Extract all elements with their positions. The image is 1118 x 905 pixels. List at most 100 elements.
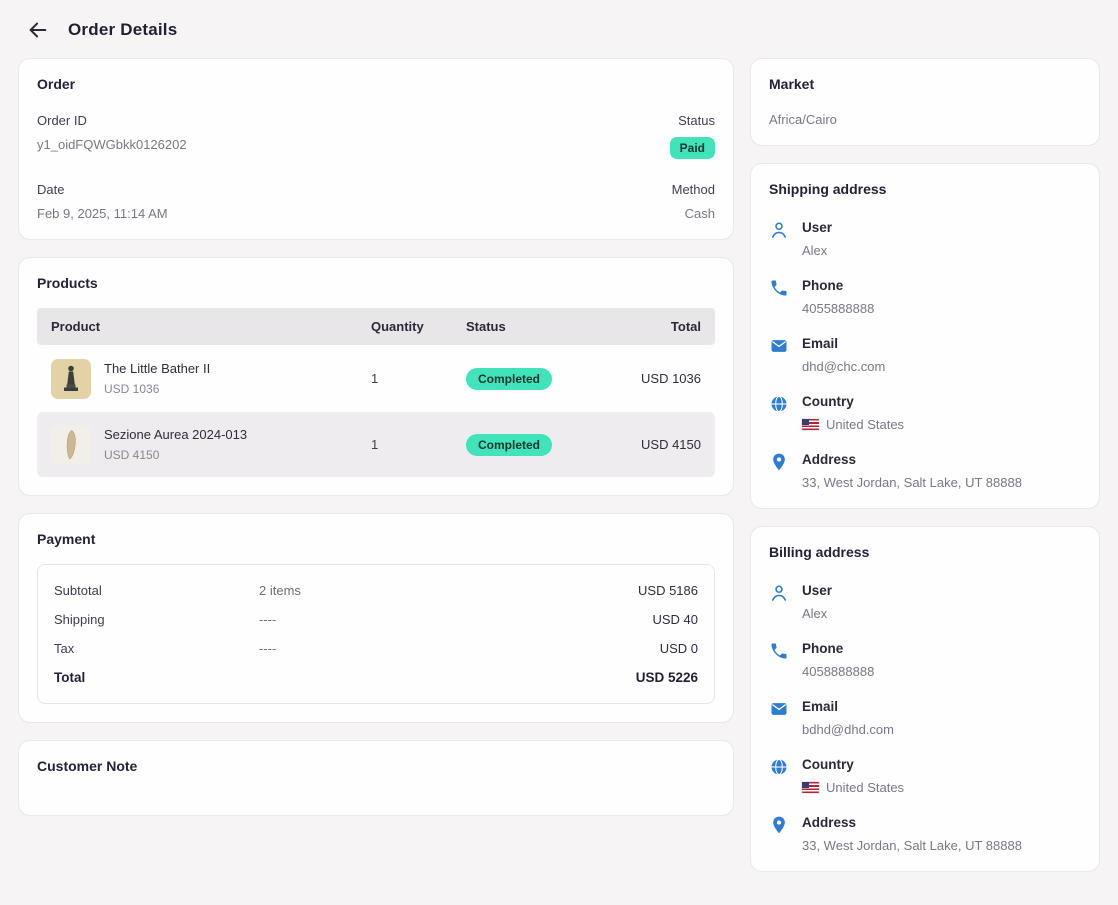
header-status: Status xyxy=(466,319,601,334)
address-value: 33, West Jordan, Salt Lake, UT 88888 xyxy=(802,838,1022,853)
customer-note-card: Customer Note xyxy=(18,740,734,816)
shipping-country-field: Country United States xyxy=(769,394,1081,432)
subtotal-detail: 2 items xyxy=(259,583,638,598)
country-value: United States xyxy=(802,780,904,795)
shipping-address-title: Shipping address xyxy=(769,181,1081,197)
user-icon xyxy=(769,220,789,240)
billing-address-title: Billing address xyxy=(769,544,1081,560)
products-card-title: Products xyxy=(37,275,715,291)
payment-row-tax: Tax ---- USD 0 xyxy=(54,634,698,663)
product-name: Sezione Aurea 2024-013 xyxy=(104,427,247,442)
billing-address-card: Billing address User Alex xyxy=(750,526,1100,872)
date-value: Feb 9, 2025, 11:14 AM xyxy=(37,206,168,221)
billing-user-field: User Alex xyxy=(769,583,1081,621)
total-amount: USD 5226 xyxy=(636,670,698,685)
payment-row-subtotal: Subtotal 2 items USD 5186 xyxy=(54,576,698,605)
status-badge: Paid xyxy=(670,137,715,159)
back-arrow-icon[interactable] xyxy=(26,18,50,42)
country-label: Country xyxy=(802,757,904,772)
user-label: User xyxy=(802,583,832,598)
order-method-field: Method Cash xyxy=(672,182,715,221)
email-icon xyxy=(769,699,789,719)
phone-value: 4058888888 xyxy=(802,664,874,679)
market-value: Africa/Cairo xyxy=(769,112,1081,127)
email-value: bdhd@dhd.com xyxy=(802,722,894,737)
product-quantity: 1 xyxy=(371,437,466,452)
order-id-label: Order ID xyxy=(37,113,187,128)
pin-icon xyxy=(769,452,789,472)
header-quantity: Quantity xyxy=(371,319,466,334)
order-card: Order Order ID y1_oidFQWGbkk0126202 Stat… xyxy=(18,58,734,240)
payment-card: Payment Subtotal 2 items USD 5186 Shippi… xyxy=(18,513,734,723)
user-label: User xyxy=(802,220,832,235)
globe-icon xyxy=(769,757,789,777)
order-id-value: y1_oidFQWGbkk0126202 xyxy=(37,137,187,152)
user-value: Alex xyxy=(802,606,832,621)
shipping-user-field: User Alex xyxy=(769,220,1081,258)
phone-value: 4055888888 xyxy=(802,301,874,316)
shipping-detail: ---- xyxy=(259,612,652,627)
products-table: Product Quantity Status Total xyxy=(37,308,715,477)
product-price: USD 1036 xyxy=(104,382,210,396)
table-row[interactable]: The Little Bather II USD 1036 1 Complete… xyxy=(37,346,715,411)
customer-note-title: Customer Note xyxy=(37,758,715,774)
billing-email-field: Email bdhd@dhd.com xyxy=(769,699,1081,737)
market-card: Market Africa/Cairo xyxy=(750,58,1100,146)
phone-icon xyxy=(769,641,789,661)
top-bar: Order Details xyxy=(18,10,1100,58)
user-value: Alex xyxy=(802,243,832,258)
address-value: 33, West Jordan, Salt Lake, UT 88888 xyxy=(802,475,1022,490)
phone-icon xyxy=(769,278,789,298)
product-price: USD 4150 xyxy=(104,448,247,462)
order-details-page: Order Details Order Order ID y1_oidFQWGb… xyxy=(0,0,1118,905)
header-total: Total xyxy=(601,319,701,334)
order-date-field: Date Feb 9, 2025, 11:14 AM xyxy=(37,182,168,221)
globe-icon xyxy=(769,394,789,414)
payment-row-total: Total USD 5226 xyxy=(54,663,698,692)
products-card: Products Product Quantity Status Total xyxy=(18,257,734,496)
tax-amount: USD 0 xyxy=(660,641,698,656)
email-label: Email xyxy=(802,336,885,351)
market-card-title: Market xyxy=(769,76,1081,92)
us-flag-icon xyxy=(802,419,819,430)
table-row[interactable]: Sezione Aurea 2024-013 USD 4150 1 Comple… xyxy=(37,412,715,477)
address-label: Address xyxy=(802,815,1022,830)
order-id-field: Order ID y1_oidFQWGbkk0126202 xyxy=(37,113,187,152)
tax-detail: ---- xyxy=(259,641,660,656)
product-thumbnail-sculpture xyxy=(51,425,91,465)
shipping-address-card: Shipping address User Alex xyxy=(750,163,1100,509)
product-total: USD 4150 xyxy=(601,437,701,452)
email-value: dhd@chc.com xyxy=(802,359,885,374)
user-icon xyxy=(769,583,789,603)
country-value: United States xyxy=(802,417,904,432)
address-label: Address xyxy=(802,452,1022,467)
email-icon xyxy=(769,336,789,356)
product-quantity: 1 xyxy=(371,371,466,386)
tax-label: Tax xyxy=(54,641,259,656)
date-label: Date xyxy=(37,182,168,197)
header-product: Product xyxy=(51,319,371,334)
product-total: USD 1036 xyxy=(601,371,701,386)
pin-icon xyxy=(769,815,789,835)
total-label: Total xyxy=(54,670,259,685)
products-table-header: Product Quantity Status Total xyxy=(37,308,715,345)
email-label: Email xyxy=(802,699,894,714)
subtotal-label: Subtotal xyxy=(54,583,259,598)
shipping-email-field: Email dhd@chc.com xyxy=(769,336,1081,374)
product-status-badge: Completed xyxy=(466,368,552,390)
phone-label: Phone xyxy=(802,641,874,656)
status-label: Status xyxy=(670,113,715,128)
billing-country-field: Country United States xyxy=(769,757,1081,795)
order-status-field: Status Paid xyxy=(670,113,715,159)
us-flag-icon xyxy=(802,782,819,793)
product-thumbnail-statue xyxy=(51,359,91,399)
payment-row-shipping: Shipping ---- USD 40 xyxy=(54,605,698,634)
method-value: Cash xyxy=(672,206,715,221)
country-label: Country xyxy=(802,394,904,409)
product-name: The Little Bather II xyxy=(104,361,210,376)
billing-address-field: Address 33, West Jordan, Salt Lake, UT 8… xyxy=(769,815,1081,853)
page-title: Order Details xyxy=(68,20,177,40)
shipping-label: Shipping xyxy=(54,612,259,627)
shipping-amount: USD 40 xyxy=(652,612,698,627)
payment-summary-box: Subtotal 2 items USD 5186 Shipping ---- … xyxy=(37,564,715,704)
